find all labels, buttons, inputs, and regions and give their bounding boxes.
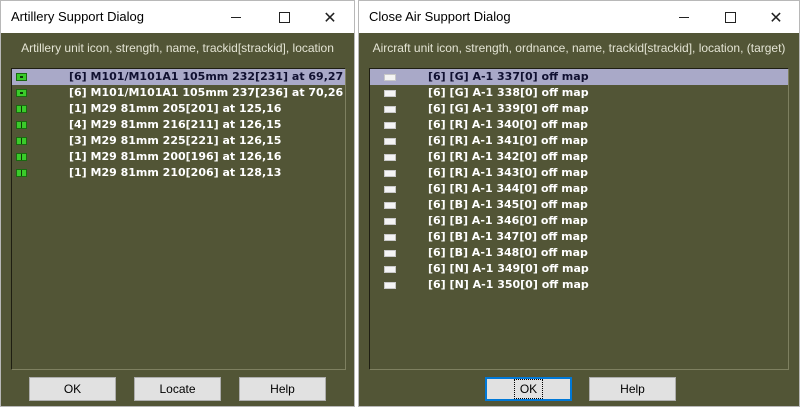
artillery-list-header: Artillery unit icon, strength, name, tra…	[21, 41, 334, 55]
list-item[interactable]: [6] [G] A-1 339[0] off map	[370, 101, 788, 117]
list-item-text: [1] M29 81mm 205[201] at 125,16	[69, 102, 282, 115]
aircraft-unit-icon	[384, 218, 396, 225]
howitzer-unit-icon	[16, 73, 27, 81]
list-item[interactable]: [6] [G] A-1 337[0] off map	[370, 69, 788, 85]
artillery-ok-button[interactable]: OK	[29, 377, 116, 401]
list-item-text: [6] [R] A-1 340[0] off map	[428, 118, 589, 131]
list-item[interactable]: [6] [G] A-1 338[0] off map	[370, 85, 788, 101]
cas-dialog-client: Aircraft unit icon, strength, ordnance, …	[359, 33, 799, 406]
list-item-text: [6] [G] A-1 339[0] off map	[428, 102, 589, 115]
ok-button-label: OK	[513, 379, 544, 399]
help-button-label: Help	[620, 382, 645, 396]
artillery-support-dialog: Artillery Support Dialog ✕ Artillery uni…	[0, 0, 355, 407]
aircraft-unit-icon	[384, 74, 396, 81]
list-item-text: [6] [R] A-1 342[0] off map	[428, 150, 589, 163]
aircraft-unit-icon	[384, 250, 396, 257]
aircraft-unit-icon	[384, 202, 396, 209]
artillery-dialog-client: Artillery unit icon, strength, name, tra…	[1, 33, 354, 406]
help-button-label: Help	[270, 382, 295, 396]
close-air-support-dialog: Close Air Support Dialog ✕ Aircraft unit…	[358, 0, 800, 407]
cas-ok-button[interactable]: OK	[485, 377, 572, 401]
artillery-dialog-title: Artillery Support Dialog	[11, 9, 144, 24]
minimize-icon[interactable]	[213, 1, 259, 33]
list-item[interactable]: [3] M29 81mm 225[221] at 126,15	[12, 133, 345, 149]
list-item[interactable]: [6] [B] A-1 345[0] off map	[370, 197, 788, 213]
list-item-text: [6] M101/M101A1 105mm 237[236] at 70,26	[69, 86, 344, 99]
mortar-unit-icon	[16, 169, 27, 177]
list-item[interactable]: [1] M29 81mm 205[201] at 125,16	[12, 101, 345, 117]
aircraft-unit-icon	[384, 170, 396, 177]
artillery-dialog-titlebar[interactable]: Artillery Support Dialog ✕	[1, 1, 354, 33]
aircraft-unit-icon	[384, 90, 396, 97]
list-item-text: [6] [B] A-1 348[0] off map	[428, 246, 588, 259]
list-item[interactable]: [6] [R] A-1 344[0] off map	[370, 181, 788, 197]
close-icon[interactable]: ✕	[307, 1, 353, 33]
list-item-text: [6] [B] A-1 347[0] off map	[428, 230, 588, 243]
list-item-text: [3] M29 81mm 225[221] at 126,15	[69, 134, 282, 147]
list-item[interactable]: [6] [B] A-1 346[0] off map	[370, 213, 788, 229]
cas-dialog-titlebar[interactable]: Close Air Support Dialog ✕	[359, 1, 799, 33]
locate-button[interactable]: Locate	[134, 377, 221, 401]
aircraft-unit-icon	[384, 106, 396, 113]
aircraft-unit-icon	[384, 282, 396, 289]
list-item[interactable]: [1] M29 81mm 200[196] at 126,16	[12, 149, 345, 165]
artillery-unit-list[interactable]: [6] M101/M101A1 105mm 232[231] at 69,27 […	[11, 68, 346, 370]
mortar-unit-icon	[16, 105, 27, 113]
list-item[interactable]: [6] [N] A-1 349[0] off map	[370, 261, 788, 277]
mortar-unit-icon	[16, 137, 27, 145]
aircraft-unit-icon	[384, 186, 396, 193]
list-item[interactable]: [4] M29 81mm 216[211] at 126,15	[12, 117, 345, 133]
list-item-text: [6] [N] A-1 350[0] off map	[428, 278, 589, 291]
list-item[interactable]: [1] M29 81mm 210[206] at 128,13	[12, 165, 345, 181]
cas-list-header: Aircraft unit icon, strength, ordnance, …	[372, 41, 786, 55]
list-item[interactable]: [6] [B] A-1 347[0] off map	[370, 229, 788, 245]
list-item[interactable]: [6] M101/M101A1 105mm 232[231] at 69,27	[12, 69, 345, 85]
cas-dialog-title: Close Air Support Dialog	[369, 9, 511, 24]
locate-button-label: Locate	[159, 382, 196, 396]
list-item[interactable]: [6] [N] A-1 350[0] off map	[370, 277, 788, 293]
aircraft-unit-icon	[384, 234, 396, 241]
aircraft-unit-icon	[384, 122, 396, 129]
list-item-text: [6] M101/M101A1 105mm 232[231] at 69,27	[69, 70, 344, 83]
list-item-text: [6] [B] A-1 346[0] off map	[428, 214, 588, 227]
list-item-text: [6] [G] A-1 338[0] off map	[428, 86, 589, 99]
list-item-text: [1] M29 81mm 200[196] at 126,16	[69, 150, 282, 163]
close-icon[interactable]: ✕	[753, 1, 799, 33]
list-item-text: [6] [G] A-1 337[0] off map	[428, 70, 589, 83]
list-item-text: [6] [N] A-1 349[0] off map	[428, 262, 589, 275]
list-item[interactable]: [6] [R] A-1 343[0] off map	[370, 165, 788, 181]
maximize-icon[interactable]	[261, 1, 307, 33]
list-item-text: [6] [R] A-1 344[0] off map	[428, 182, 589, 195]
list-item-text: [6] [R] A-1 343[0] off map	[428, 166, 589, 179]
aircraft-unit-list[interactable]: [6] [G] A-1 337[0] off map [6] [G] A-1 33…	[369, 68, 789, 370]
list-item-text: [4] M29 81mm 216[211] at 126,15	[69, 118, 282, 131]
cas-help-button[interactable]: Help	[589, 377, 676, 401]
list-item-text: [1] M29 81mm 210[206] at 128,13	[69, 166, 282, 179]
artillery-help-button[interactable]: Help	[239, 377, 326, 401]
list-item-text: [6] [R] A-1 341[0] off map	[428, 134, 589, 147]
minimize-icon[interactable]	[661, 1, 707, 33]
list-item[interactable]: [6] [R] A-1 342[0] off map	[370, 149, 788, 165]
maximize-icon[interactable]	[707, 1, 753, 33]
list-item[interactable]: [6] M101/M101A1 105mm 237[236] at 70,26	[12, 85, 345, 101]
list-item[interactable]: [6] [R] A-1 340[0] off map	[370, 117, 788, 133]
aircraft-unit-icon	[384, 154, 396, 161]
aircraft-unit-icon	[384, 266, 396, 273]
mortar-unit-icon	[16, 121, 27, 129]
mortar-unit-icon	[16, 153, 27, 161]
ok-button-label: OK	[63, 382, 82, 396]
list-item-text: [6] [B] A-1 345[0] off map	[428, 198, 588, 211]
aircraft-unit-icon	[384, 138, 396, 145]
list-item[interactable]: [6] [R] A-1 341[0] off map	[370, 133, 788, 149]
list-item[interactable]: [6] [B] A-1 348[0] off map	[370, 245, 788, 261]
howitzer-unit-icon	[16, 89, 27, 97]
